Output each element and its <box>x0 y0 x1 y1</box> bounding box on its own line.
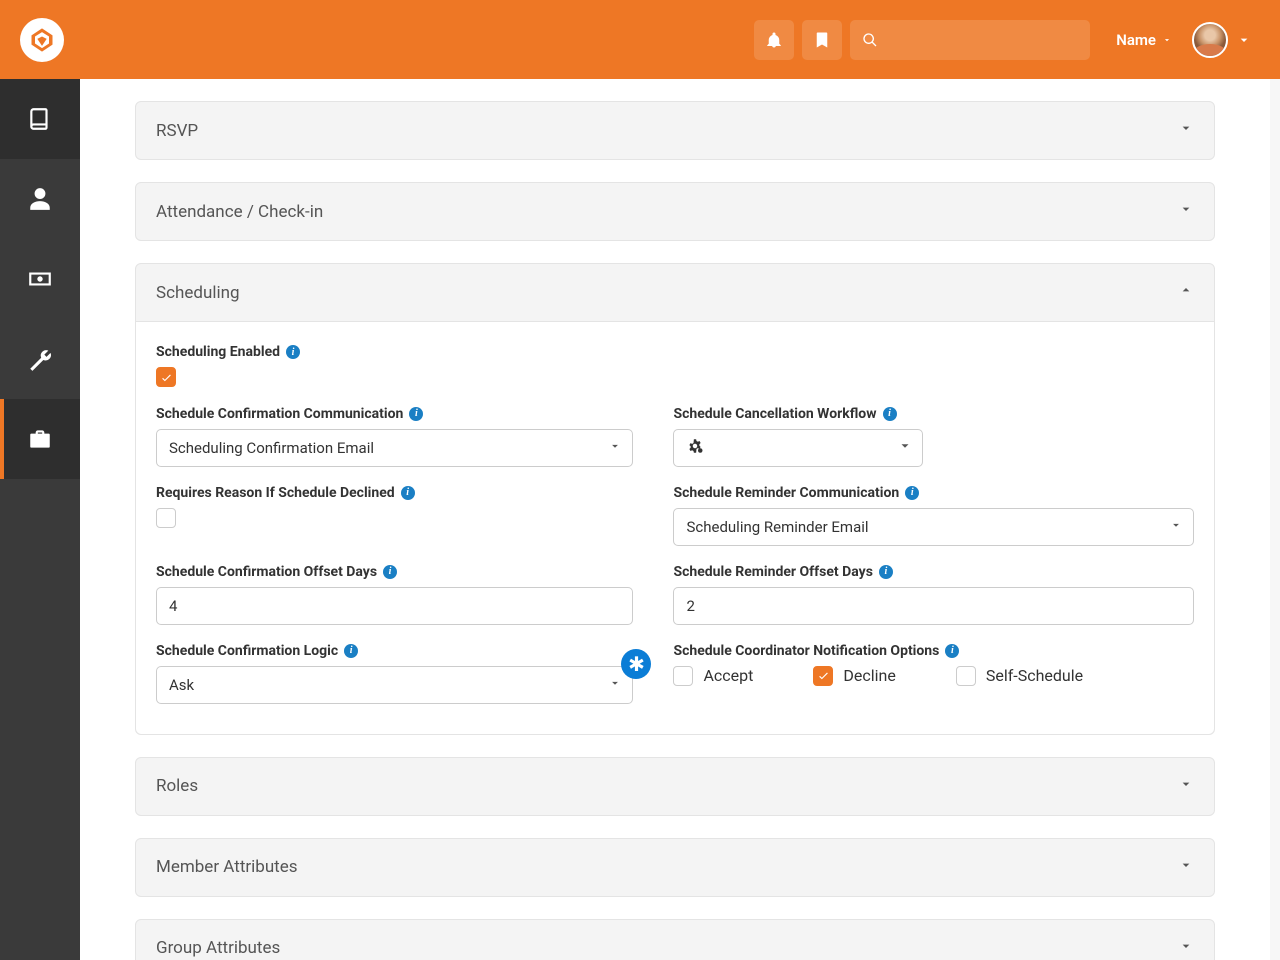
search-type-label: Name <box>1116 31 1156 49</box>
reminder-comm-select[interactable]: Scheduling Reminder Email <box>673 508 1194 546</box>
panel-scheduling-title: Scheduling <box>156 283 240 303</box>
chevron-down-icon <box>608 439 622 457</box>
confirm-logic-value: Ask <box>169 676 194 694</box>
search-icon <box>850 20 890 60</box>
panel-scheduling-header[interactable]: Scheduling <box>136 264 1214 321</box>
bookmark-icon <box>813 31 831 49</box>
chevron-down-icon <box>1169 518 1183 536</box>
notifications-button[interactable] <box>754 20 794 60</box>
info-icon[interactable] <box>286 345 300 359</box>
book-icon <box>27 106 53 132</box>
coord-notify-label: Schedule Coordinator Notification Option… <box>673 643 939 659</box>
coord-self-label: Self-Schedule <box>986 666 1083 685</box>
user-menu-toggle[interactable] <box>1228 32 1260 48</box>
panel-scheduling: Scheduling Scheduling Enabled <box>135 263 1215 735</box>
briefcase-icon <box>27 426 53 452</box>
bell-icon <box>765 31 783 49</box>
nav-item-docs[interactable] <box>0 79 80 159</box>
info-icon[interactable] <box>383 565 397 579</box>
reminder-offset-label: Schedule Reminder Offset Days <box>673 564 872 580</box>
panel-rsvp: RSVP <box>135 101 1215 160</box>
panel-scheduling-body: Scheduling Enabled Schedule Confirmation… <box>136 321 1214 734</box>
chevron-down-icon <box>1178 857 1194 878</box>
scheduling-enabled-checkbox[interactable] <box>156 367 176 387</box>
bookmarks-button[interactable] <box>802 20 842 60</box>
panel-group-attributes-title: Group Attributes <box>156 938 280 958</box>
info-icon[interactable] <box>905 486 919 500</box>
chevron-up-icon <box>1178 282 1194 303</box>
coord-decline-label: Decline <box>843 666 895 685</box>
nav-item-finance[interactable] <box>0 239 80 319</box>
panel-attendance-header[interactable]: Attendance / Check-in <box>136 183 1214 240</box>
search-input[interactable] <box>890 20 1090 60</box>
panel-roles-header[interactable]: Roles <box>136 758 1214 815</box>
search-bar <box>850 20 1090 60</box>
search-type-dropdown[interactable]: Name <box>1102 20 1186 60</box>
panel-member-attributes-header[interactable]: Member Attributes <box>136 839 1214 896</box>
confirm-offset-label: Schedule Confirmation Offset Days <box>156 564 377 580</box>
check-icon <box>817 669 830 682</box>
chevron-down-icon <box>1178 776 1194 797</box>
confirm-comm-value: Scheduling Confirmation Email <box>169 439 374 457</box>
app-header: Name <box>0 0 1280 79</box>
panel-attendance: Attendance / Check-in <box>135 182 1215 241</box>
cancel-workflow-label: Schedule Cancellation Workflow <box>673 406 876 422</box>
panel-group-attributes: Group Attributes <box>135 919 1215 960</box>
money-icon <box>27 266 53 292</box>
panel-rsvp-title: RSVP <box>156 121 198 141</box>
confirm-offset-value: 4 <box>169 597 177 615</box>
coord-decline-checkbox[interactable] <box>813 666 833 686</box>
confirm-offset-input[interactable]: 4 <box>156 587 633 625</box>
wrench-icon <box>27 346 53 372</box>
coord-accept-checkbox[interactable] <box>673 666 693 686</box>
info-icon[interactable] <box>883 407 897 421</box>
main-content: RSVP Attendance / Check-in Scheduling Sc… <box>80 79 1270 960</box>
caret-down-icon <box>898 439 912 457</box>
nav-item-people[interactable] <box>0 159 80 239</box>
highlight-badge <box>621 649 651 679</box>
info-icon[interactable] <box>879 565 893 579</box>
nav-item-admin[interactable] <box>0 399 80 479</box>
panel-member-attributes-title: Member Attributes <box>156 857 298 877</box>
confirm-comm-select[interactable]: Scheduling Confirmation Email <box>156 429 633 467</box>
app-logo <box>20 18 64 62</box>
chevron-down-icon <box>608 676 622 694</box>
reminder-offset-value: 2 <box>686 597 694 615</box>
confirm-logic-select[interactable]: Ask <box>156 666 633 704</box>
panel-roles: Roles <box>135 757 1215 816</box>
cancel-workflow-select[interactable] <box>673 429 923 467</box>
gear-icon <box>686 437 704 459</box>
confirm-comm-label: Schedule Confirmation Communication <box>156 406 403 422</box>
nav-sidebar <box>0 79 80 960</box>
reminder-comm-value: Scheduling Reminder Email <box>686 518 868 536</box>
info-icon[interactable] <box>945 644 959 658</box>
panel-member-attributes: Member Attributes <box>135 838 1215 897</box>
reminder-offset-input[interactable]: 2 <box>673 587 1194 625</box>
chevron-down-icon <box>1178 120 1194 141</box>
person-icon <box>27 186 53 212</box>
info-icon[interactable] <box>409 407 423 421</box>
panel-attendance-title: Attendance / Check-in <box>156 202 323 222</box>
nav-item-tools[interactable] <box>0 319 80 399</box>
panel-rsvp-header[interactable]: RSVP <box>136 102 1214 159</box>
coord-accept-label: Accept <box>703 666 753 685</box>
user-avatar[interactable] <box>1192 22 1228 58</box>
coord-self-checkbox[interactable] <box>956 666 976 686</box>
info-icon[interactable] <box>401 486 415 500</box>
check-icon <box>160 371 173 384</box>
info-icon[interactable] <box>344 644 358 658</box>
caret-down-icon <box>1162 31 1172 49</box>
chevron-down-icon <box>1178 938 1194 959</box>
requires-reason-label: Requires Reason If Schedule Declined <box>156 485 395 501</box>
chevron-down-icon <box>1178 201 1194 222</box>
reminder-comm-label: Schedule Reminder Communication <box>673 485 899 501</box>
chevron-down-icon <box>1236 32 1252 48</box>
confirm-logic-label: Schedule Confirmation Logic <box>156 643 338 659</box>
requires-reason-checkbox[interactable] <box>156 508 176 528</box>
scheduling-enabled-label: Scheduling Enabled <box>156 344 280 360</box>
panel-group-attributes-header[interactable]: Group Attributes <box>136 920 1214 960</box>
panel-roles-title: Roles <box>156 776 198 796</box>
